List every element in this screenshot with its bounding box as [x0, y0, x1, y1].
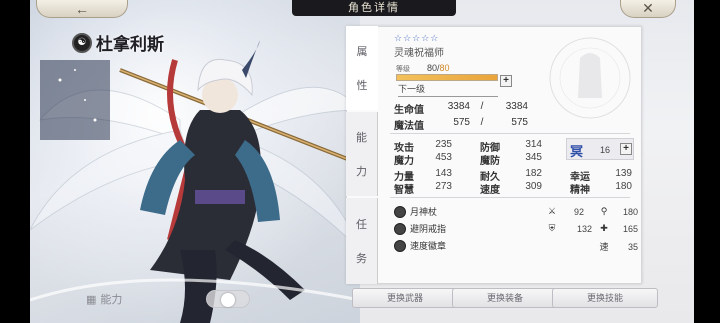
mp-max: 575: [511, 117, 528, 128]
letterbox-right: [694, 0, 720, 323]
equip-stat-speed-value: 35: [627, 241, 638, 252]
element-emblem-icon: ☯: [72, 32, 92, 53]
stat-int-label: 智慧: [394, 185, 414, 196]
portrait-watermark: [549, 37, 631, 119]
class-name: 灵魂祝福师: [394, 48, 444, 59]
tab-ability-label-1: 能: [356, 132, 367, 144]
mp-label: 魔法值: [394, 121, 424, 132]
stat-spi-label: 精神: [570, 185, 590, 196]
tab-tasks[interactable]: 任 务: [346, 198, 378, 284]
shield-icon: ⛨: [548, 223, 556, 233]
tab-attributes-label-2: 性: [356, 80, 368, 92]
change-weapon-button[interactable]: 更换武器: [352, 288, 458, 308]
tab-ability-label-2: 力: [356, 166, 367, 178]
hp-label: 生命值: [394, 105, 424, 116]
level-up-button[interactable]: +: [500, 75, 512, 87]
level-current: 80: [427, 63, 438, 73]
stat-spd-label: 速度: [480, 185, 500, 196]
allocate-points-button[interactable]: +: [620, 143, 632, 155]
hp-row: 生命值 3384 / 3384: [394, 101, 528, 116]
equip-stat-magic-value: 180: [622, 206, 638, 217]
tab-tasks-label-2: 务: [356, 253, 367, 265]
character-name: 杜拿利斯: [96, 35, 164, 54]
badge-icon: [394, 239, 406, 252]
equip-stat-mdefense-value: 165: [622, 223, 638, 234]
points-value: 16: [600, 145, 611, 155]
divider-stats: [390, 197, 630, 198]
plus-shield-icon: ✚: [600, 223, 608, 233]
toggle-knob: [221, 293, 235, 307]
mp-separator: /: [480, 117, 484, 128]
equip-stat-attack: ⚔ 92: [546, 206, 584, 217]
divider-vitals: [390, 133, 630, 134]
tab-attributes[interactable]: 属 性: [346, 26, 378, 110]
back-arrow-icon: ←: [75, 0, 89, 17]
equip-stat-defense: ⛨ 132: [546, 223, 592, 234]
level-value: 80/80: [427, 63, 450, 73]
change-gear-button[interactable]: 更换装备: [452, 288, 558, 308]
level-progress-fill: [397, 75, 497, 80]
level-progress-bar: [396, 74, 498, 81]
stat-matk-label: 魔力: [394, 156, 414, 167]
equip-stat-attack-value: 92: [573, 206, 584, 217]
points-glyph: 冥: [570, 144, 584, 159]
equip-stat-mdefense: ✚ 165: [598, 223, 638, 234]
stat-mdef-label: 魔防: [480, 156, 500, 167]
equip-ring[interactable]: 避阴戒指: [394, 222, 446, 235]
weapon-icon: [394, 205, 406, 218]
equip-stat-defense-value: 132: [576, 223, 592, 234]
speed-label: 速: [599, 242, 609, 252]
grid-icon: ▦: [86, 293, 97, 306]
view-toggle[interactable]: [206, 290, 250, 308]
equip-stat-magic: ⚲ 180: [598, 206, 638, 217]
stat-mdef: 魔防 345: [480, 152, 542, 167]
stat-spd-value: 309: [525, 181, 542, 192]
close-button[interactable]: ✕: [620, 0, 676, 18]
magic-wand-icon: ⚲: [600, 206, 608, 216]
page-title: 角色详情: [292, 0, 456, 16]
equip-stat-speed: 速 35: [598, 240, 638, 253]
tab-ability[interactable]: 能 力: [346, 112, 378, 196]
equip-ring-name: 避阴戒指: [410, 224, 447, 234]
level-max: 80: [439, 63, 450, 73]
stat-spd: 速度 309: [480, 181, 542, 196]
letterbox-left: [0, 0, 30, 323]
side-tab-bar: 属 性 能 力 任 务: [346, 26, 378, 284]
equip-weapon[interactable]: 月神杖: [394, 205, 437, 218]
sword-icon: ⚔: [547, 206, 557, 216]
equip-weapon-name: 月神杖: [410, 207, 438, 217]
back-button[interactable]: ←: [36, 0, 128, 18]
ability-tab-toggle[interactable]: ▦ 能力: [86, 290, 122, 308]
mp-row: 魔法值 575 / 575: [394, 117, 528, 132]
change-skill-button[interactable]: 更换技能: [552, 288, 658, 308]
tab-attributes-label-1: 属: [356, 46, 368, 58]
close-icon: ✕: [642, 0, 654, 16]
hp-current: 3384: [447, 101, 470, 112]
character-name-plate: ☯ 杜拿利斯: [72, 30, 164, 55]
stat-mdef-value: 345: [525, 152, 542, 163]
ring-icon: [394, 222, 406, 235]
hp-max: 3384: [505, 101, 528, 112]
rarity-stars: ☆☆☆☆☆: [394, 33, 440, 43]
stat-spi-value: 180: [615, 181, 632, 192]
stat-matk-value: 453: [435, 152, 452, 163]
stat-int: 智慧 273: [394, 181, 452, 196]
stat-spi: 精神 180: [570, 181, 632, 196]
next-level-label: 下一级: [398, 82, 498, 97]
hp-separator: /: [480, 101, 484, 112]
stat-int-value: 273: [435, 181, 452, 192]
stat-matk: 魔力 453: [394, 152, 452, 167]
mp-current: 575: [453, 117, 470, 128]
equip-badge[interactable]: 速度徽章: [394, 239, 446, 252]
level-label: 等级: [396, 66, 410, 73]
equip-badge-name: 速度徽章: [410, 241, 447, 251]
tab-tasks-label-1: 任: [356, 219, 367, 231]
ability-tab-label: 能力: [100, 294, 123, 306]
